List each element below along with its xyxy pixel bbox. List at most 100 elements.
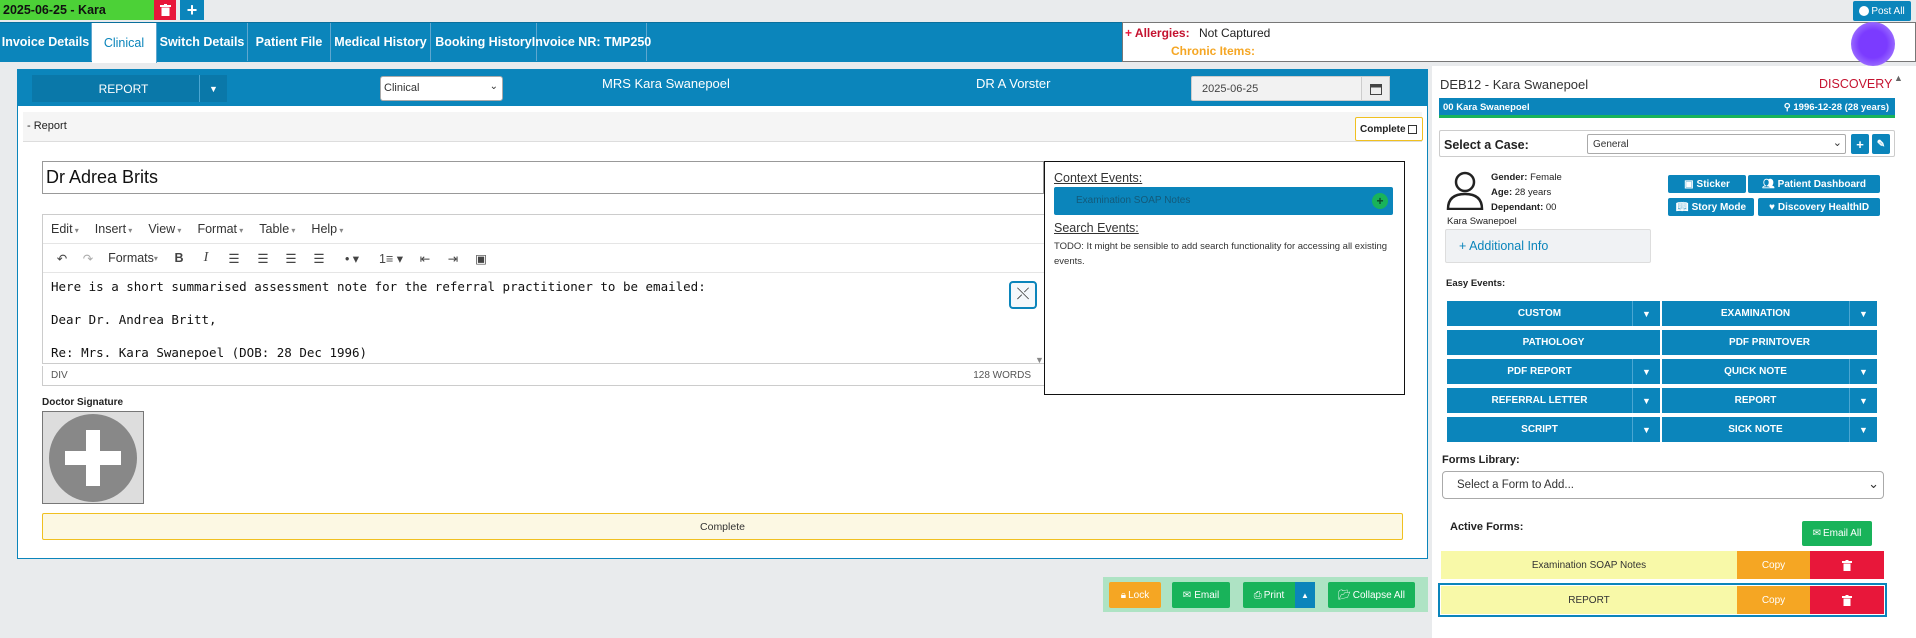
tab-switch-details[interactable]: Switch Details (157, 23, 248, 61)
additional-info-button[interactable]: + Additional Info (1445, 229, 1651, 263)
tab-patient-file[interactable]: Patient File (248, 23, 331, 61)
menu-insert[interactable]: Insert (95, 222, 133, 236)
post-all-button[interactable]: Post All (1853, 1, 1911, 21)
email-button[interactable]: ✉ Email (1172, 582, 1230, 608)
event-custom-button[interactable]: CUSTOM ▼ (1447, 301, 1660, 326)
caret-down-icon[interactable]: ▼ (1849, 388, 1877, 413)
print-button[interactable]: ⎙ Print (1243, 582, 1295, 608)
caret-down-icon[interactable]: ▼ (1849, 359, 1877, 384)
caret-down-icon[interactable]: ▼ (1632, 359, 1660, 384)
session-tab[interactable]: 2025-06-25 - Kara (0, 0, 154, 20)
email-all-button[interactable]: ✉ Email All (1802, 521, 1872, 546)
caret-down-icon[interactable]: ▼ (1632, 417, 1660, 442)
active-form-name[interactable]: REPORT (1441, 586, 1737, 614)
complete-bar-button[interactable]: Complete (42, 513, 1403, 540)
grammar-extension-icon[interactable]: ⤬ (1009, 281, 1037, 309)
edit-case-button[interactable]: ✎ (1872, 134, 1890, 154)
date-input[interactable]: 2025-06-25 (1191, 76, 1381, 101)
story-label: Story Mode (1691, 201, 1747, 213)
indent-icon[interactable]: ⇥ (439, 251, 467, 266)
align-center-icon[interactable]: ☰ (249, 251, 277, 266)
collapse-all-button[interactable]: 📂︎ Collapse All (1328, 582, 1415, 608)
tab-clinical[interactable]: Clinical (92, 23, 157, 63)
dependant-value: 00 (1545, 202, 1557, 213)
delete-session-button[interactable] (154, 0, 176, 20)
active-form-delete-button[interactable] (1810, 551, 1884, 579)
category-select[interactable]: Clinical ⌄ (380, 76, 503, 101)
report-type-button[interactable]: REPORT (32, 75, 215, 102)
scroll-down-icon[interactable]: ▼ (1035, 355, 1044, 365)
active-form-delete-button[interactable] (1810, 586, 1884, 614)
event-referral-letter-button[interactable]: REFERRAL LETTER ▼ (1447, 388, 1660, 413)
gender-value: Female (1530, 172, 1562, 183)
numbered-list-icon[interactable]: 1≡ ▾ (371, 251, 411, 266)
tab-invoice-details[interactable]: Invoice Details (0, 23, 92, 61)
checkbox-icon[interactable] (1408, 124, 1418, 134)
calendar-button[interactable] (1361, 76, 1390, 101)
event-examination-button[interactable]: EXAMINATION ▼ (1662, 301, 1877, 326)
active-form-row[interactable]: Examination SOAP Notes Copy (1441, 551, 1884, 579)
caret-down-icon[interactable]: ▼ (1849, 417, 1877, 442)
active-form-row[interactable]: REPORT Copy (1438, 583, 1887, 617)
forms-library-label: Forms Library: (1442, 454, 1520, 466)
event-sick-note-button[interactable]: SICK NOTE ▼ (1662, 417, 1877, 442)
case-label: Select a Case: (1444, 138, 1529, 152)
story-mode-button[interactable]: 📖︎ Story Mode (1668, 198, 1754, 216)
assistant-orb[interactable] (1851, 22, 1895, 66)
tab-booking-history[interactable]: Booking History (431, 23, 537, 61)
menu-format[interactable]: Format (197, 222, 243, 236)
caret-down-icon[interactable]: ▼ (1849, 301, 1877, 326)
patient-demographics: Gender: Female Age: 28 years Dependant: … (1491, 170, 1562, 215)
context-event-item[interactable]: Examination SOAP Notes + (1054, 187, 1393, 215)
caret-down-icon[interactable]: ▼ (1632, 301, 1660, 326)
formats-dropdown[interactable]: Formats (101, 251, 165, 265)
editor-content[interactable]: Here is a short summarised assessment no… (51, 277, 1001, 361)
outdent-icon[interactable]: ⇤ (411, 251, 439, 266)
caret-down-icon[interactable]: ▼ (1632, 388, 1660, 413)
print-options-button[interactable]: ▲ (1295, 582, 1315, 608)
signature-box[interactable] (42, 411, 144, 504)
patient-dashboard-button[interactable]: 👥︎ Patient Dashboard (1748, 175, 1880, 193)
status-path: DIV (51, 370, 68, 381)
report-type-dropdown[interactable]: ▼ (199, 75, 227, 102)
undo-icon[interactable]: ↶ (49, 251, 75, 266)
bold-icon[interactable]: B (165, 251, 193, 265)
event-pdf-report-button[interactable]: PDF REPORT ▼ (1447, 359, 1660, 384)
event-report-button[interactable]: REPORT ▼ (1662, 388, 1877, 413)
menu-table[interactable]: Table (259, 222, 295, 236)
add-case-button[interactable]: + (1851, 134, 1869, 154)
discovery-healthid-button[interactable]: ♥ Discovery HealthID (1758, 198, 1880, 216)
active-form-name[interactable]: Examination SOAP Notes (1441, 551, 1737, 579)
image-icon[interactable]: ▣ (467, 251, 495, 266)
menu-edit[interactable]: Edit (51, 222, 79, 236)
scroll-up-icon[interactable]: ▲ (1894, 73, 1903, 83)
add-event-icon[interactable]: + (1372, 193, 1388, 209)
italic-icon[interactable]: I (193, 250, 219, 266)
calendar-icon (1369, 83, 1382, 95)
sticker-button[interactable]: ▣ Sticker (1668, 175, 1746, 193)
active-form-copy-button[interactable]: Copy (1737, 551, 1810, 579)
menu-help[interactable]: Help (311, 222, 343, 236)
lock-button[interactable]: 🔒︎ Lock (1109, 582, 1161, 608)
event-script-button[interactable]: SCRIPT ▼ (1447, 417, 1660, 442)
menu-view[interactable]: View (148, 222, 181, 236)
justify-icon[interactable]: ☰ (305, 251, 333, 266)
forms-library-select[interactable]: Select a Form to Add... ⌄ (1442, 471, 1884, 499)
tab-medical-history[interactable]: Medical History (331, 23, 431, 61)
complete-checkbox-wrap[interactable]: Complete (1355, 117, 1423, 141)
add-session-button[interactable]: + (180, 0, 204, 20)
case-select[interactable]: General ⌄ (1587, 134, 1846, 154)
rich-text-editor: Edit Insert View Format Table Help ↶ ↷ F… (42, 214, 1046, 365)
event-quick-note-button[interactable]: QUICK NOTE ▼ (1662, 359, 1877, 384)
report-title-input[interactable]: Dr Adrea Brits (42, 161, 1044, 194)
active-form-copy-button[interactable]: Copy (1737, 586, 1810, 614)
align-right-icon[interactable]: ☰ (277, 251, 305, 266)
bullet-list-icon[interactable]: • ▾ (333, 251, 371, 266)
event-pdf-printover-button[interactable]: PDF PRINTOVER (1662, 330, 1877, 355)
collapse-toggle[interactable]: - Report (27, 120, 67, 132)
tab-invoice-nr[interactable]: Invoice NR: TMP250 (532, 23, 651, 61)
email-all-label: Email All (1823, 528, 1862, 539)
align-left-icon[interactable]: ☰ (219, 251, 249, 266)
redo-icon[interactable]: ↷ (75, 251, 101, 266)
event-pathology-button[interactable]: PATHOLOGY (1447, 330, 1660, 355)
